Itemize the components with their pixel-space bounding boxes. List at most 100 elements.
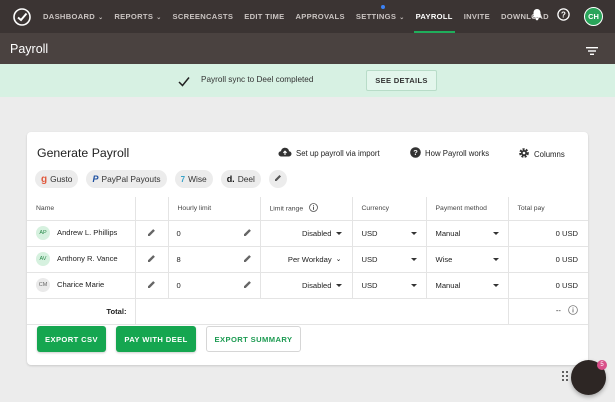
help-icon[interactable]: ? bbox=[557, 7, 570, 26]
nav-payroll[interactable]: PAYROLL bbox=[413, 0, 455, 33]
hourly-limit-value[interactable]: 0 bbox=[177, 229, 181, 238]
filter-icon[interactable] bbox=[586, 43, 598, 61]
pencil-icon[interactable] bbox=[147, 280, 156, 291]
nav-approvals[interactable]: APPROVALS bbox=[295, 0, 344, 33]
edit-cell[interactable] bbox=[134, 220, 168, 247]
info-icon[interactable] bbox=[309, 202, 318, 214]
caret-down-icon bbox=[492, 257, 499, 261]
limit-range-label: Limit range bbox=[269, 205, 304, 213]
currency-select[interactable]: USD bbox=[351, 246, 426, 273]
caret-down-icon bbox=[492, 231, 499, 235]
svg-text:?: ? bbox=[413, 148, 418, 157]
hourly-limit-value[interactable]: 0 bbox=[177, 281, 181, 290]
info-icon[interactable] bbox=[568, 305, 578, 317]
setup-import-button[interactable]: Set up payroll via import bbox=[278, 147, 380, 159]
column-header-payment-method: Payment method bbox=[425, 197, 508, 221]
hubstaff-logo-icon[interactable] bbox=[13, 7, 31, 26]
chip-label: Deel bbox=[237, 174, 255, 184]
avatar: CM bbox=[36, 278, 50, 292]
nav-screencasts[interactable]: SCREENCASTS bbox=[173, 0, 234, 33]
name-cell: AP Andrew L. Phillips bbox=[27, 220, 135, 247]
chevron-down-icon: ⌄ bbox=[399, 15, 405, 21]
payroll-table: Name Hourly limit Limit range Currency P… bbox=[27, 197, 588, 325]
caret-down-icon bbox=[410, 257, 417, 261]
avatar: AV bbox=[36, 252, 50, 266]
nav-invite[interactable]: INVITE bbox=[464, 0, 490, 33]
name-cell: AV Anthony R. Vance bbox=[27, 246, 135, 273]
hourly-limit-cell[interactable]: 8 bbox=[167, 246, 260, 273]
check-icon bbox=[178, 74, 190, 92]
pencil-icon[interactable] bbox=[243, 280, 252, 291]
caret-down-icon bbox=[492, 283, 499, 287]
columns-button[interactable]: Columns bbox=[518, 147, 565, 161]
total-label: Total: bbox=[27, 298, 135, 325]
table-row: AP Andrew L. Phillips 0 Disabled USD Manu… bbox=[27, 220, 588, 247]
cloud-upload-icon bbox=[278, 147, 292, 159]
edit-integrations-button[interactable] bbox=[268, 170, 287, 188]
chip-gusto[interactable]: g Gusto bbox=[35, 170, 79, 188]
nav-reports[interactable]: REPORTS ⌄ bbox=[114, 0, 161, 33]
total-row: Total: -- bbox=[27, 298, 588, 325]
limit-range-select[interactable]: Disabled bbox=[259, 272, 352, 299]
help-circle-icon: ? bbox=[410, 147, 421, 160]
drag-handle-icon[interactable] bbox=[561, 369, 569, 387]
payment-method-value: Manual bbox=[435, 228, 461, 238]
currency-value: USD bbox=[361, 280, 378, 290]
integration-chips: g Gusto P PayPal Payouts 7 Wise d. Deel bbox=[35, 170, 287, 188]
pencil-icon[interactable] bbox=[147, 228, 156, 239]
hourly-limit-cell[interactable]: 0 bbox=[167, 220, 260, 247]
pencil-icon[interactable] bbox=[147, 254, 156, 265]
payment-method-select[interactable]: Manual bbox=[425, 272, 508, 299]
payment-method-select[interactable]: Wise bbox=[425, 246, 508, 273]
limit-range-select[interactable]: Disabled bbox=[259, 220, 352, 247]
total-value: -- bbox=[555, 306, 561, 315]
limit-range-value: Disabled bbox=[301, 280, 332, 290]
generate-payroll-card: Generate Payroll Set up payroll via impo… bbox=[27, 132, 588, 365]
bell-icon[interactable] bbox=[531, 8, 543, 26]
top-navigation: DASHBOARD ⌄ REPORTS ⌄ SCREENCASTS EDIT TIM… bbox=[0, 0, 615, 33]
limit-range-value: Disabled bbox=[301, 228, 332, 238]
pay-with-deel-button[interactable]: PAY WITH DEEL bbox=[116, 326, 196, 352]
sync-banner: Payroll sync to Deel completed SEE DETAI… bbox=[0, 64, 615, 97]
hourly-limit-cell[interactable]: 0 bbox=[167, 272, 260, 299]
nav-edit-time[interactable]: EDIT TIME bbox=[244, 0, 284, 33]
limit-range-select[interactable]: Per Workday ⌄ bbox=[259, 246, 352, 273]
card-title: Generate Payroll bbox=[37, 146, 130, 160]
currency-select[interactable]: USD bbox=[351, 220, 426, 247]
edit-cell[interactable] bbox=[134, 272, 168, 299]
nav-dashboard[interactable]: DASHBOARD ⌄ bbox=[43, 0, 103, 33]
see-details-button[interactable]: SEE DETAILS bbox=[366, 70, 437, 91]
payment-method-select[interactable]: Manual bbox=[425, 220, 508, 247]
name-cell: CM Charice Marie bbox=[27, 272, 135, 299]
user-avatar[interactable]: CH bbox=[584, 7, 603, 26]
chip-label: Gusto bbox=[50, 174, 73, 184]
currency-select[interactable]: USD bbox=[351, 272, 426, 299]
total-pay-cell: 0 USD bbox=[507, 246, 588, 273]
column-header-total-pay: Total pay bbox=[507, 197, 588, 221]
pencil-icon[interactable] bbox=[243, 228, 252, 239]
how-payroll-label: How Payroll works bbox=[425, 149, 490, 158]
pencil-icon bbox=[274, 174, 282, 184]
page-header: Payroll bbox=[0, 33, 615, 64]
chevron-down-icon: ⌄ bbox=[335, 256, 342, 263]
how-payroll-works-button[interactable]: ? How Payroll works bbox=[410, 147, 489, 160]
paypal-icon: P bbox=[92, 174, 99, 184]
chip-deel[interactable]: d. Deel bbox=[220, 170, 261, 188]
gear-icon bbox=[518, 147, 530, 161]
export-summary-button[interactable]: EXPORT SUMMARY bbox=[206, 326, 301, 352]
pencil-icon[interactable] bbox=[243, 254, 252, 265]
chevron-down-icon: ⌄ bbox=[156, 15, 162, 21]
hourly-limit-value[interactable]: 8 bbox=[177, 255, 181, 264]
chip-paypal[interactable]: P PayPal Payouts bbox=[86, 170, 167, 188]
payment-method-value: Manual bbox=[435, 280, 461, 290]
employee-name: Anthony R. Vance bbox=[57, 254, 118, 263]
chevron-down-icon: ⌄ bbox=[98, 15, 104, 21]
total-spacer bbox=[134, 298, 509, 325]
deel-icon: d. bbox=[226, 174, 235, 184]
edit-cell[interactable] bbox=[134, 246, 168, 273]
export-csv-button[interactable]: EXPORT CSV bbox=[37, 326, 106, 352]
gusto-icon: g bbox=[41, 173, 48, 185]
nav-settings[interactable]: SETTINGS ⌄ bbox=[356, 0, 405, 33]
chip-wise[interactable]: 7 Wise bbox=[174, 170, 213, 188]
chip-label: Wise bbox=[188, 174, 207, 184]
